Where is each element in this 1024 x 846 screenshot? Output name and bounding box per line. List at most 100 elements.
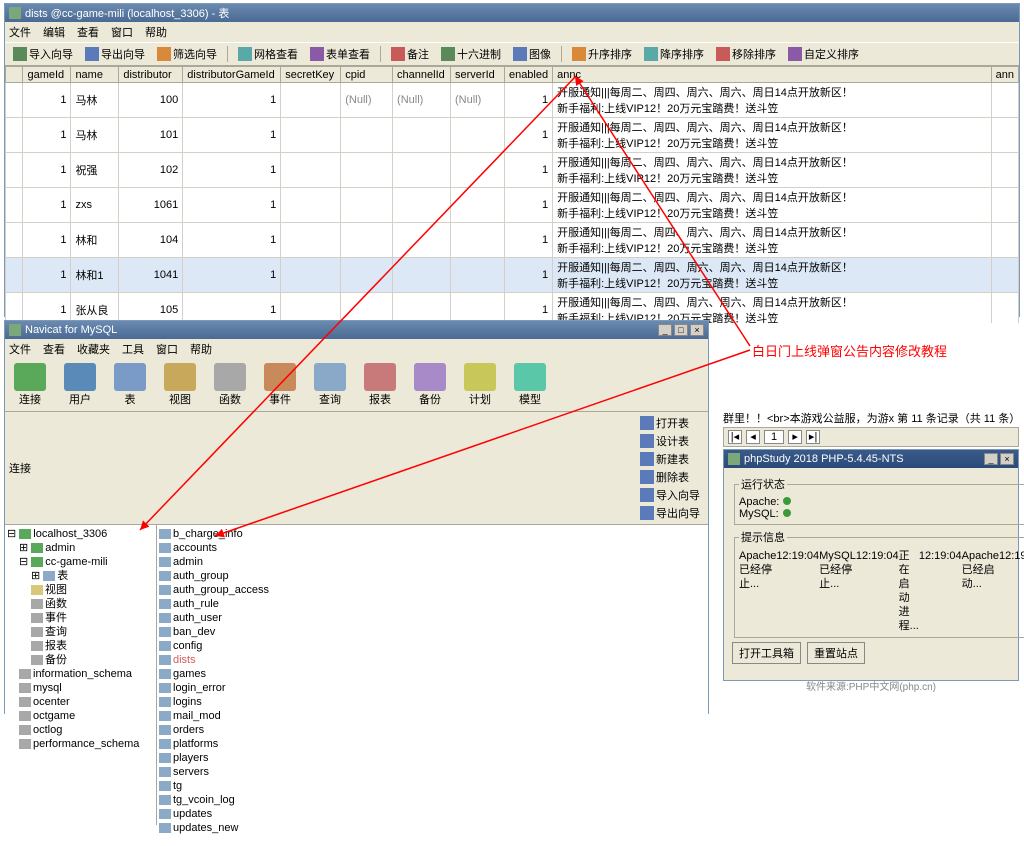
subtool-button[interactable]: 导入向导 bbox=[636, 486, 704, 504]
list-item[interactable]: auth_user bbox=[159, 611, 706, 625]
list-item[interactable]: games bbox=[159, 667, 706, 681]
toolbar-button[interactable]: 十六进制 bbox=[437, 45, 505, 63]
db-tree[interactable]: ⊟ localhost_3306⊞ admin⊟ cc-game-mili⊞ 表… bbox=[5, 525, 157, 825]
column-header[interactable]: ann bbox=[991, 67, 1018, 83]
toolbar-button[interactable]: 查询 bbox=[309, 363, 351, 407]
first-button[interactable]: |◂ bbox=[728, 430, 742, 444]
tree-folder[interactable]: 视图 bbox=[7, 583, 154, 597]
maximize-button[interactable]: □ bbox=[674, 324, 688, 336]
minimize-button[interactable]: _ bbox=[984, 453, 998, 465]
last-button[interactable]: ▸| bbox=[806, 430, 820, 444]
toolbar-button[interactable]: 筛选向导 bbox=[153, 45, 221, 63]
list-item[interactable]: updates_new bbox=[159, 821, 706, 835]
page-input[interactable]: 1 bbox=[764, 430, 784, 444]
table-row[interactable]: 1林和10411开服通知|||每周二、周四、周六、周六、周日14点开放新区！新手… bbox=[6, 223, 1019, 258]
toolbar-button[interactable]: 事件 bbox=[259, 363, 301, 407]
tree-db[interactable]: information_schema bbox=[7, 667, 154, 681]
toolbar-button[interactable]: 网格查看 bbox=[234, 45, 302, 63]
column-header[interactable]: cpid bbox=[341, 67, 393, 83]
list-item[interactable]: admin bbox=[159, 555, 706, 569]
tree-db[interactable]: performance_schema bbox=[7, 737, 154, 751]
tree-folder[interactable]: ⊞ 表 bbox=[7, 569, 154, 583]
toolbar-button[interactable]: 报表 bbox=[359, 363, 401, 407]
list-item[interactable]: b_charge_info bbox=[159, 527, 706, 541]
menu-item[interactable]: 查看 bbox=[43, 341, 65, 357]
column-header[interactable]: distributorGameId bbox=[183, 67, 281, 83]
tree-db[interactable]: octlog bbox=[7, 723, 154, 737]
tree-db[interactable]: mysql bbox=[7, 681, 154, 695]
toolbar-button[interactable]: 图像 bbox=[509, 45, 555, 63]
prev-button[interactable]: ◂ bbox=[746, 430, 760, 444]
toolbar-button[interactable]: 移除排序 bbox=[712, 45, 780, 63]
toolbar-button[interactable]: 备份 bbox=[409, 363, 451, 407]
toolbar-button[interactable]: 表单查看 bbox=[306, 45, 374, 63]
toolbar-button[interactable]: 模型 bbox=[509, 363, 551, 407]
toolbar-button[interactable]: 降序排序 bbox=[640, 45, 708, 63]
menu-item[interactable]: 工具 bbox=[122, 341, 144, 357]
reset-button[interactable]: 重置站点 bbox=[807, 642, 865, 664]
list-item[interactable]: login_error bbox=[159, 681, 706, 695]
tree-folder[interactable]: 备份 bbox=[7, 653, 154, 667]
toolbar-button[interactable]: 备注 bbox=[387, 45, 433, 63]
column-header[interactable]: serverId bbox=[451, 67, 505, 83]
column-header[interactable]: channelId bbox=[393, 67, 451, 83]
tree-folder[interactable]: 查询 bbox=[7, 625, 154, 639]
pager[interactable]: |◂ ◂ 1 ▸ ▸| bbox=[723, 427, 1019, 447]
toolbox-button[interactable]: 打开工具箱 bbox=[732, 642, 801, 664]
list-item[interactable]: auth_group bbox=[159, 569, 706, 583]
menu-item[interactable]: 文件 bbox=[9, 24, 31, 40]
toolbar-button[interactable]: 函数 bbox=[209, 363, 251, 407]
list-item[interactable]: tg bbox=[159, 779, 706, 793]
close-button[interactable]: × bbox=[1000, 453, 1014, 465]
menu-item[interactable]: 窗口 bbox=[111, 24, 133, 40]
menu-item[interactable]: 帮助 bbox=[145, 24, 167, 40]
next-button[interactable]: ▸ bbox=[788, 430, 802, 444]
tree-db[interactable]: ⊟ cc-game-mili bbox=[7, 555, 154, 569]
titlebar[interactable]: phpStudy 2018 PHP-5.4.45-NTS _× bbox=[724, 450, 1018, 468]
subtool-button[interactable]: 新建表 bbox=[636, 450, 704, 468]
list-item[interactable]: servers bbox=[159, 765, 706, 779]
tree-folder[interactable]: 函数 bbox=[7, 597, 154, 611]
subtool-button[interactable]: 导出向导 bbox=[636, 504, 704, 522]
tree-folder[interactable]: 事件 bbox=[7, 611, 154, 625]
table-row[interactable]: 1林和1104111开服通知|||每周二、周四、周六、周六、周日14点开放新区！… bbox=[6, 258, 1019, 293]
menu-item[interactable]: 编辑 bbox=[43, 24, 65, 40]
toolbar-button[interactable]: 导入向导 bbox=[9, 45, 77, 63]
list-item[interactable]: dists bbox=[159, 653, 706, 667]
tree-db[interactable]: ocenter bbox=[7, 695, 154, 709]
list-item[interactable]: accounts bbox=[159, 541, 706, 555]
toolbar-button[interactable]: 自定义排序 bbox=[784, 45, 863, 63]
toolbar-button[interactable]: 视图 bbox=[159, 363, 201, 407]
list-item[interactable]: auth_group_access bbox=[159, 583, 706, 597]
table-row[interactable]: 1张从良10511开服通知|||每周二、周四、周六、周六、周日14点开放新区！新… bbox=[6, 293, 1019, 324]
subtool-button[interactable]: 打开表 bbox=[636, 414, 704, 432]
list-item[interactable]: mail_mod bbox=[159, 709, 706, 723]
toolbar-button[interactable]: 导出向导 bbox=[81, 45, 149, 63]
subtool-button[interactable]: 设计表 bbox=[636, 432, 704, 450]
table-row[interactable]: 1zxs106111开服通知|||每周二、周四、周六、周六、周日14点开放新区！… bbox=[6, 188, 1019, 223]
column-header[interactable]: enabled bbox=[504, 67, 552, 83]
menu-item[interactable]: 查看 bbox=[77, 24, 99, 40]
tree-db[interactable]: octgame bbox=[7, 709, 154, 723]
table-row[interactable]: 1马林10111开服通知|||每周二、周四、周六、周六、周日14点开放新区！新手… bbox=[6, 118, 1019, 153]
list-item[interactable]: logins bbox=[159, 695, 706, 709]
toolbar-button[interactable]: 表 bbox=[109, 363, 151, 407]
list-item[interactable]: platforms bbox=[159, 737, 706, 751]
data-grid[interactable]: gameIdnamedistributordistributorGameIdse… bbox=[5, 66, 1019, 323]
list-item[interactable]: ban_dev bbox=[159, 625, 706, 639]
toolbar-button[interactable]: 用户 bbox=[59, 363, 101, 407]
subtool-button[interactable]: 删除表 bbox=[636, 468, 704, 486]
column-header[interactable]: gameId bbox=[23, 67, 71, 83]
menu-item[interactable]: 帮助 bbox=[190, 341, 212, 357]
menu-item[interactable]: 窗口 bbox=[156, 341, 178, 357]
toolbar-button[interactable]: 计划 bbox=[459, 363, 501, 407]
titlebar[interactable]: Navicat for MySQL _ □ × bbox=[5, 321, 708, 339]
column-header[interactable]: name bbox=[71, 67, 119, 83]
table-row[interactable]: 1祝强10211开服通知|||每周二、周四、周六、周六、周日14点开放新区！新手… bbox=[6, 153, 1019, 188]
tree-conn[interactable]: ⊟ localhost_3306 bbox=[7, 527, 154, 541]
tree-db[interactable]: ⊞ admin bbox=[7, 541, 154, 555]
list-item[interactable]: orders bbox=[159, 723, 706, 737]
close-button[interactable]: × bbox=[690, 324, 704, 336]
list-item[interactable]: tg_vcoin_log bbox=[159, 793, 706, 807]
table-list[interactable]: b_charge_infoaccountsadminauth_groupauth… bbox=[157, 525, 708, 825]
